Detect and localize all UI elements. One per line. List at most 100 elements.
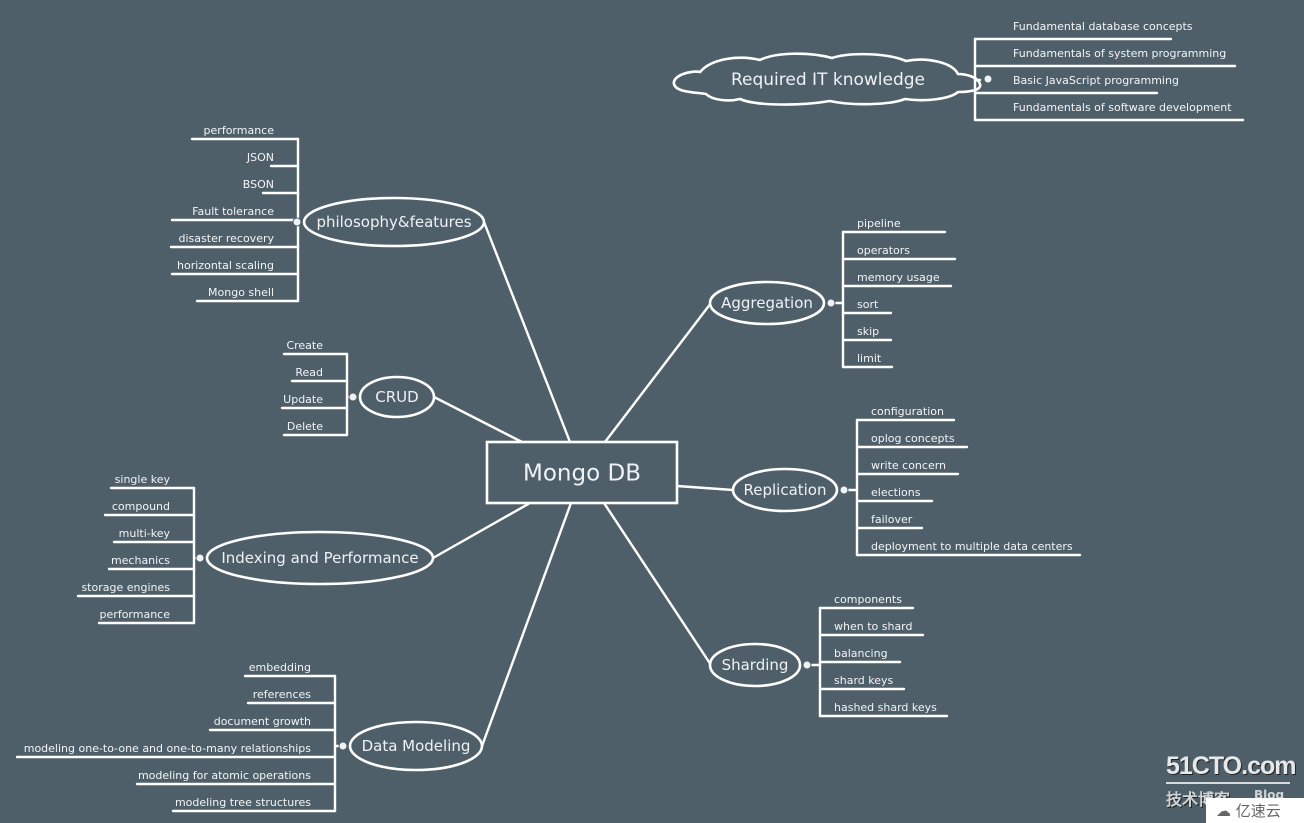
topic-aggregation[interactable]: Aggregation pipeline operators memory usage… (708, 217, 957, 369)
subtopic-item[interactable]: Mongo shell (195, 286, 300, 303)
collapse-toggle-icon[interactable] (292, 217, 302, 227)
subtopic-label[interactable]: storage engines (81, 581, 170, 594)
subtopic-label[interactable]: references (253, 688, 312, 701)
collapse-toggle-icon[interactable] (348, 392, 358, 402)
subtopic-item[interactable]: Fundamentals of system programming (973, 47, 1237, 68)
sharding-label[interactable]: Sharding (722, 656, 789, 674)
subtopic-label[interactable]: configuration (871, 405, 944, 418)
subtopic-item[interactable]: when to shard (818, 620, 925, 637)
subtopic-item[interactable]: components (818, 593, 915, 610)
subtopic-item[interactable]: embedding (243, 661, 337, 678)
collapse-toggle-icon[interactable] (802, 660, 812, 670)
topic-datamodeling[interactable]: Data Modeling embedding references document… (15, 661, 484, 813)
subtopic-item[interactable]: horizontal scaling (170, 259, 300, 276)
subtopic-label[interactable]: Basic JavaScript programming (1013, 74, 1179, 87)
subtopic-label[interactable]: performance (100, 608, 171, 621)
collapse-toggle-icon[interactable] (983, 74, 993, 84)
collapse-toggle-icon[interactable] (338, 741, 348, 751)
subtopic-label[interactable]: Create (286, 339, 323, 352)
subtopic-label[interactable]: modeling tree structures (175, 796, 311, 809)
subtopic-label[interactable]: balancing (834, 647, 888, 660)
subtopic-item[interactable]: references (246, 688, 337, 705)
subtopic-item[interactable]: document growth (208, 715, 337, 732)
replication-label[interactable]: Replication (743, 481, 826, 499)
subtopic-item[interactable]: multi-key (112, 527, 196, 544)
subtopic-label[interactable]: document growth (214, 715, 311, 728)
subtopic-label[interactable]: elections (871, 486, 921, 499)
subtopic-label[interactable]: performance (204, 124, 275, 137)
subtopic-label[interactable]: hashed shard keys (834, 701, 937, 714)
subtopic-item[interactable]: compound (103, 500, 196, 517)
subtopic-label[interactable]: horizontal scaling (177, 259, 274, 272)
subtopic-label[interactable]: compound (112, 500, 170, 513)
subtopic-label[interactable]: Fundamental database concepts (1013, 20, 1193, 33)
topic-sharding[interactable]: Sharding components when to shard balancing… (708, 593, 949, 718)
subtopic-label[interactable]: memory usage (857, 271, 940, 284)
subtopic-label[interactable]: modeling one-to-one and one-to-many rela… (24, 742, 312, 755)
philosophy-label[interactable]: philosophy&features (316, 213, 471, 231)
subtopic-item[interactable]: limit (841, 352, 894, 369)
subtopic-label[interactable]: Fundamentals of system programming (1013, 47, 1226, 60)
subtopic-label[interactable]: Fault tolerance (192, 205, 274, 218)
subtopic-item[interactable]: disaster recovery (169, 232, 300, 249)
topic-indexing[interactable]: Indexing and Performance single key compou… (76, 473, 435, 625)
subtopic-item[interactable]: storage engines (76, 581, 196, 598)
subtopic-label[interactable]: disaster recovery (179, 232, 275, 245)
subtopic-item[interactable]: write concern (855, 459, 960, 476)
crud-label[interactable]: CRUD (375, 388, 418, 406)
subtopic-label[interactable]: sort (857, 298, 879, 311)
subtopic-label[interactable]: shard keys (834, 674, 894, 687)
subtopic-label[interactable]: mechanics (111, 554, 170, 567)
floating-topic-required-it-knowledge[interactable]: Required IT knowledge Fundamental databas… (672, 20, 1245, 122)
subtopic-item[interactable]: pipeline (841, 217, 947, 234)
subtopic-label[interactable]: skip (857, 325, 879, 338)
topic-replication[interactable]: Replication configuration oplog concepts wr… (731, 405, 1082, 557)
datamodeling-label[interactable]: Data Modeling (362, 737, 471, 755)
subtopic-label[interactable]: operators (857, 244, 910, 257)
subtopic-item[interactable]: configuration (855, 405, 956, 422)
subtopic-label[interactable]: when to shard (834, 620, 913, 633)
subtopic-item[interactable]: operators (841, 244, 957, 261)
subtopic-label[interactable]: write concern (871, 459, 946, 472)
aggregation-label[interactable]: Aggregation (721, 294, 813, 312)
subtopic-label[interactable]: pipeline (857, 217, 901, 230)
subtopic-item[interactable]: memory usage (841, 271, 953, 288)
subtopic-item[interactable]: shard keys (818, 674, 906, 691)
subtopic-label[interactable]: limit (857, 352, 882, 365)
subtopic-item[interactable]: Delete (282, 420, 349, 437)
indexing-label[interactable]: Indexing and Performance (221, 549, 418, 567)
subtopic-item[interactable]: Fault tolerance (170, 205, 300, 222)
subtopic-item[interactable]: modeling one-to-one and one-to-many rela… (15, 742, 337, 759)
subtopic-item[interactable]: Update (280, 393, 349, 410)
subtopic-label[interactable]: modeling for atomic operations (138, 769, 311, 782)
topic-crud[interactable]: CRUD Create Read Update Delete (280, 339, 436, 437)
subtopic-item[interactable]: Fundamental database concepts (973, 20, 1193, 41)
collapse-toggle-icon[interactable] (195, 553, 205, 563)
collapse-toggle-icon[interactable] (826, 298, 836, 308)
subtopic-label[interactable]: Mongo shell (208, 286, 274, 299)
subtopic-label[interactable]: single key (115, 473, 171, 486)
subtopic-item[interactable]: failover (855, 513, 924, 530)
subtopic-label[interactable]: BSON (243, 178, 274, 191)
subtopic-label[interactable]: Delete (287, 420, 323, 433)
subtopic-label[interactable]: failover (871, 513, 913, 526)
subtopic-item[interactable]: performance (97, 608, 196, 625)
subtopic-item[interactable]: elections (855, 486, 934, 503)
subtopic-item[interactable]: JSON (246, 151, 300, 168)
subtopic-item[interactable]: Basic JavaScript programming (973, 74, 1179, 95)
subtopic-item[interactable]: BSON (243, 178, 300, 195)
subtopic-item[interactable]: Read (290, 366, 349, 383)
subtopic-label[interactable]: multi-key (119, 527, 171, 540)
subtopic-item[interactable]: sort (841, 298, 893, 315)
subtopic-item[interactable]: modeling tree structures (171, 796, 337, 813)
collapse-toggle-icon[interactable] (839, 485, 849, 495)
subtopic-item[interactable]: performance (190, 124, 300, 141)
subtopic-label[interactable]: embedding (249, 661, 311, 674)
topic-philosophy[interactable]: philosophy&features performance JSON BSON Fa… (169, 124, 486, 303)
subtopic-label[interactable]: Update (283, 393, 323, 406)
subtopic-label[interactable]: JSON (246, 151, 274, 164)
subtopic-item[interactable]: balancing (818, 647, 902, 664)
subtopic-item[interactable]: skip (841, 325, 893, 342)
central-topic[interactable]: Mongo DB (485, 440, 679, 505)
subtopic-label[interactable]: Fundamentals of software development (1013, 101, 1232, 114)
